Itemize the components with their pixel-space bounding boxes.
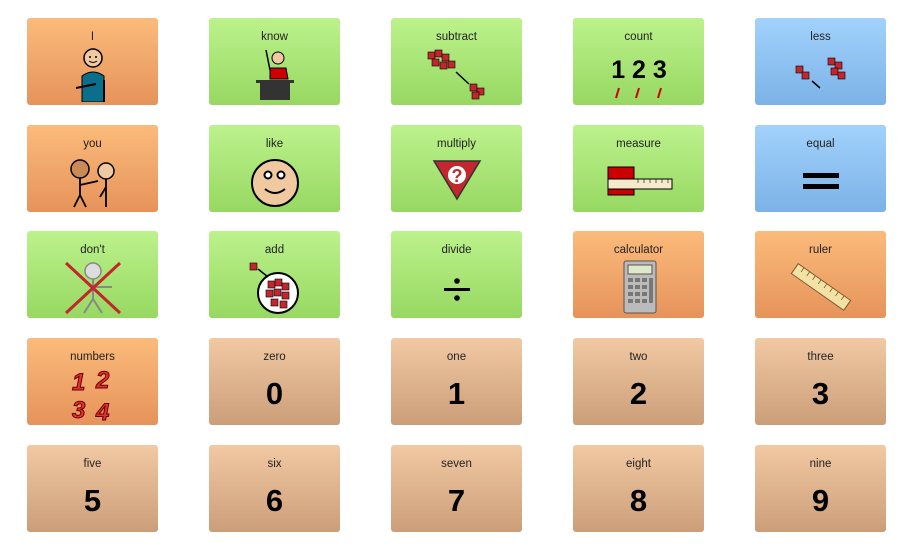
tile-label: I	[90, 31, 95, 43]
tile-label: add	[264, 244, 285, 257]
ruler-icon	[786, 259, 856, 315]
svg-text:4: 4	[95, 399, 109, 422]
symbol-tile-eight[interactable]: eight 8	[573, 444, 704, 532]
tile-label: two	[629, 351, 648, 364]
symbol-tile-ruler[interactable]: ruler	[755, 231, 886, 319]
tile-label: numbers	[70, 351, 115, 364]
symbol-tile-equal[interactable]: equal	[755, 124, 886, 212]
tile-label: multiply	[437, 137, 476, 150]
symbol-tile-three[interactable]: three 3	[755, 338, 886, 426]
numeral-symbol: 2	[629, 376, 648, 412]
person-self-icon	[58, 46, 128, 102]
division-sign-icon	[422, 259, 492, 315]
tile-label: five	[83, 457, 102, 470]
symbol-tile-subtract[interactable]: subtract	[391, 18, 522, 105]
tile-label: less	[810, 31, 831, 43]
numeral-symbol: 3	[811, 376, 830, 412]
tile-label: know	[261, 31, 288, 43]
numeral-symbol: 5	[83, 482, 102, 518]
count-numbers-icon: 1 2 3	[604, 46, 674, 102]
tile-label: zero	[263, 351, 286, 364]
tile-label: divide	[441, 244, 472, 257]
symbol-tile-dont[interactable]: don't	[27, 231, 158, 319]
symbol-tile-divide[interactable]: divide	[391, 231, 522, 319]
tile-label: like	[265, 137, 284, 150]
numbers-1234-icon: 1234	[58, 366, 128, 423]
tile-label: subtract	[436, 31, 477, 43]
symbol-tile-i[interactable]: I	[27, 18, 158, 105]
symbol-tile-nine[interactable]: nine 9	[755, 444, 886, 532]
tape-measure-icon	[604, 153, 674, 209]
calculator-icon	[604, 259, 674, 315]
svg-text:?: ?	[451, 166, 462, 186]
numeral-symbol: 9	[811, 482, 830, 518]
less-blocks-icon	[786, 46, 856, 102]
multiply-triangle-icon: ?	[422, 153, 492, 209]
symbol-tile-measure[interactable]: measure	[573, 124, 704, 212]
tile-label: one	[446, 351, 467, 364]
symbol-tile-multiply[interactable]: multiply?	[391, 124, 522, 212]
tile-label: three	[807, 351, 834, 364]
tile-label: calculator	[613, 244, 664, 257]
svg-text:1: 1	[72, 369, 85, 396]
symbol-tile-one[interactable]: one 1	[391, 338, 522, 426]
symbol-tile-five[interactable]: five 5	[27, 444, 158, 532]
symbol-tile-know[interactable]: know	[209, 18, 340, 105]
symbol-tile-add[interactable]: add	[209, 231, 340, 319]
numeral-symbol: 0	[265, 376, 284, 412]
add-blocks-plate-icon	[240, 259, 310, 315]
numeral-symbol: 6	[265, 482, 284, 518]
student-raising-hand-icon	[240, 46, 310, 102]
symbol-tile-calculator[interactable]: calculator	[573, 231, 704, 319]
smiley-face-icon	[240, 153, 310, 209]
tile-label: seven	[441, 457, 472, 470]
symbol-tile-numbers[interactable]: numbers 1 2 3 4	[27, 338, 158, 426]
symbol-tile-zero[interactable]: zero 0	[209, 338, 340, 426]
person-pointing-icon	[58, 153, 128, 209]
symbol-tile-less[interactable]: less	[755, 18, 886, 105]
svg-text:2: 2	[95, 367, 110, 394]
tile-label: measure	[616, 137, 661, 150]
symbol-tile-seven[interactable]: seven 7	[391, 444, 522, 532]
tile-label: count	[624, 31, 653, 43]
svg-text:1 2 3: 1 2 3	[611, 56, 667, 84]
tile-label: you	[83, 137, 102, 150]
tile-label: nine	[809, 457, 832, 470]
tile-label: ruler	[808, 244, 832, 257]
subtract-blocks-icon	[422, 46, 492, 102]
numeral-symbol: 7	[447, 482, 466, 518]
numeral-symbol: 8	[629, 482, 648, 518]
numeral-symbol: 1	[447, 376, 466, 412]
svg-text:3: 3	[72, 397, 86, 422]
equals-sign-icon	[786, 153, 856, 209]
tile-label: don't	[80, 244, 105, 257]
tile-label: equal	[806, 137, 835, 150]
symbol-tile-you[interactable]: you	[27, 124, 158, 212]
crossed-out-person-icon	[58, 259, 128, 315]
symbol-tile-like[interactable]: like	[209, 124, 340, 212]
tile-label: six	[267, 457, 282, 470]
symbol-board: Iknow subtract count 1 2 3 less you like multip…	[27, 18, 886, 532]
symbol-tile-six[interactable]: six 6	[209, 444, 340, 532]
symbol-tile-count[interactable]: count 1 2 3	[573, 18, 704, 105]
tile-label: eight	[626, 457, 651, 470]
symbol-tile-two[interactable]: two 2	[573, 338, 704, 426]
